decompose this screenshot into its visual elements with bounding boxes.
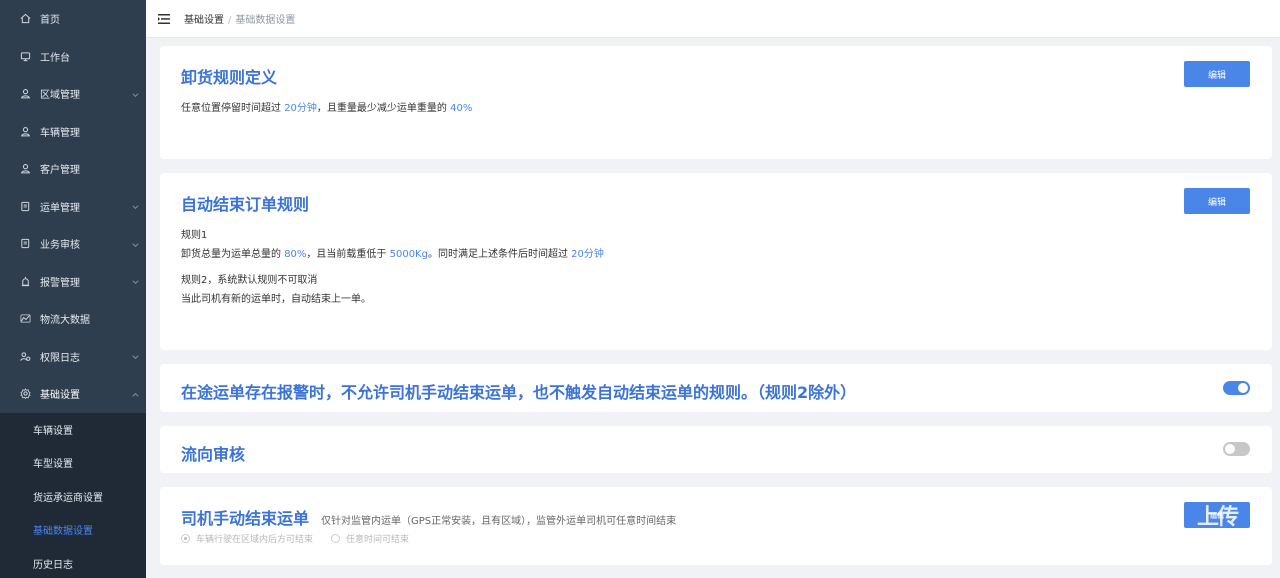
sidebar-item-label: 基础设置 [40, 390, 80, 402]
rule1-percent: 80% [284, 249, 307, 260]
rule1-text-c: 。同时满足上述条件后时间超过 [427, 249, 572, 260]
rule1-text-b: ，且当前载重低于 [306, 249, 390, 260]
submenu-item-0[interactable]: 车辆设置 [0, 413, 146, 447]
sidebar-item-label: 报警管理 [40, 277, 80, 289]
auto-end-title: 自动结束订单规则 [181, 195, 310, 214]
sidebar-item-label: 车辆管理 [40, 127, 80, 139]
sidebar-item-10[interactable]: 基础设置 [0, 375, 146, 413]
manual-end-title-row: 司机手动结束运单 仅针对监管内运单（GPS正常安装，且有区域），监管外运单司机可任… [181, 505, 676, 529]
sidebar-item-label: 首页 [40, 15, 60, 27]
submenu-item-4[interactable]: 历史日志 [0, 547, 146, 578]
user-icon [18, 87, 32, 101]
radio-checked-icon [181, 534, 190, 543]
sidebar-item-8[interactable]: 物流大数据 [0, 300, 146, 338]
alarm-rule-card: 在途运单存在报警时，不允许司机手动结束运单，也不触发自动结束运单的规则。（规则2… [160, 364, 1272, 412]
unload-rule-card: 卸货规则定义 编辑 任意位置停留时间超过 20分钟，且重量最少减少运单重量的 4… [160, 46, 1272, 159]
submenu-item-3[interactable]: 基础数据设置 [0, 513, 146, 547]
sidebar-item-5[interactable]: 运单管理 [0, 188, 146, 226]
sidebar-item-0[interactable]: 首页 [0, 0, 146, 38]
unload-rule-edit-button[interactable]: 编辑 [1184, 61, 1250, 87]
rule1-title: 规则1 [181, 230, 208, 241]
option-in-region[interactable]: 车辆行驶在区域内后方可结束 [181, 532, 313, 545]
alarm-rule-toggle[interactable] [1223, 381, 1250, 395]
sidebar-item-1[interactable]: 工作台 [0, 38, 146, 76]
rule1-weight: 5000Kg [389, 249, 428, 260]
chevron-down-icon [131, 89, 140, 98]
breadcrumb: 基础设置 / 基础数据设置 [184, 11, 295, 26]
sidebar-item-4[interactable]: 客户管理 [0, 150, 146, 188]
sidebar: 首页工作台区域管理车辆管理客户管理运单管理业务审核报警管理物流大数据权限日志基础… [0, 0, 146, 578]
unload-rule-title: 卸货规则定义 [181, 68, 278, 87]
flow-review-toggle[interactable] [1223, 442, 1250, 456]
sidebar-item-2[interactable]: 区域管理 [0, 75, 146, 113]
option-in-region-label: 车辆行驶在区域内后方可结束 [196, 535, 314, 545]
breadcrumb-separator: / [228, 15, 232, 26]
unload-rule-percent: 40% [450, 103, 473, 114]
chevron-down-icon [131, 239, 140, 248]
breadcrumb-root[interactable]: 基础设置 [184, 15, 224, 26]
sidebar-menu: 首页工作台区域管理车辆管理客户管理运单管理业务审核报警管理物流大数据权限日志基础… [0, 0, 146, 413]
manual-end-edit-button[interactable]: 上传 编辑 [1184, 502, 1250, 530]
rule1-time: 20分钟 [571, 249, 604, 260]
auto-end-edit-button[interactable]: 编辑 [1184, 188, 1250, 214]
breadcrumb-current: 基础数据设置 [235, 15, 296, 26]
unload-rule-text-a: 任意位置停留时间超过 [181, 103, 285, 114]
sidebar-item-label: 工作台 [40, 52, 70, 64]
user-icon [18, 124, 32, 138]
document-icon [18, 199, 32, 213]
sidebar-item-label: 权限日志 [40, 352, 80, 364]
option-any-time[interactable]: 任意时间可结束 [331, 532, 409, 545]
sidebar-item-label: 业务审核 [40, 240, 80, 252]
toggle-knob [1238, 383, 1248, 393]
sidebar-submenu-basic-settings: 车辆设置 车型设置 货运承运商设置 基础数据设置 历史日志 [0, 412, 146, 578]
user-icon [18, 162, 32, 176]
unload-rule-time: 20分钟 [284, 103, 317, 114]
auto-end-card: 自动结束订单规则 编辑 规则1 卸货总量为运单总量的 80%，且当前载重低于 5… [160, 173, 1272, 350]
manual-end-title: 司机手动结束运单 [181, 509, 310, 528]
unload-rule-text: 任意位置停留时间超过 20分钟，且重量最少减少运单重量的 40% [181, 99, 472, 114]
home-icon [18, 12, 32, 26]
sidebar-item-3[interactable]: 车辆管理 [0, 113, 146, 151]
option-any-time-label: 任意时间可结束 [346, 535, 410, 545]
monitor-icon [18, 49, 32, 63]
chevron-up-icon [131, 389, 140, 398]
radio-unchecked-icon [331, 534, 341, 543]
sidebar-item-label: 物流大数据 [40, 315, 90, 327]
rule1-text: 卸货总量为运单总量的 80%，且当前载重低于 5000Kg。同时满足上述条件后时… [181, 245, 604, 260]
manual-end-options: 车辆行驶在区域内后方可结束 任意时间可结束 [181, 532, 409, 545]
gear-icon [18, 387, 32, 401]
chevron-down-icon [131, 352, 140, 361]
top-bar: 基础设置 / 基础数据设置 [146, 0, 1280, 38]
manual-end-edit-label: 编辑 [1210, 512, 1224, 520]
sidebar-item-label: 运单管理 [40, 202, 80, 214]
menu-toggle-icon[interactable] [158, 13, 170, 25]
unload-rule-text-b: ，且重量最少减少运单重量的 [316, 103, 451, 114]
alarm-icon [18, 274, 32, 288]
sidebar-item-6[interactable]: 业务审核 [0, 225, 146, 263]
submenu-item-1[interactable]: 车型设置 [0, 446, 146, 480]
flow-review-card: 流向审核 [160, 426, 1272, 473]
sidebar-item-label: 区域管理 [40, 90, 80, 102]
sidebar-item-label: 客户管理 [40, 165, 80, 177]
rule2-desc: 当此司机有新的运单时，自动结束上一单。 [181, 294, 371, 305]
document-icon [18, 237, 32, 251]
submenu-item-2[interactable]: 货运承运商设置 [0, 480, 146, 514]
rule2-title: 规则2，系统默认规则不可取消 [181, 275, 318, 286]
data-icon [18, 312, 32, 326]
sidebar-item-9[interactable]: 权限日志 [0, 338, 146, 376]
flow-review-title: 流向审核 [181, 445, 246, 464]
sidebar-item-7[interactable]: 报警管理 [0, 263, 146, 301]
chevron-down-icon [131, 202, 140, 211]
manual-end-card: 司机手动结束运单 仅针对监管内运单（GPS正常安装，且有区域），监管外运单司机可任… [160, 487, 1272, 565]
users-icon [18, 349, 32, 363]
chevron-down-icon [131, 277, 140, 286]
rule1-text-a: 卸货总量为运单总量的 [181, 249, 285, 260]
manual-end-note: 仅针对监管内运单（GPS正常安装，且有区域），监管外运单司机可任意时间结束 [321, 516, 677, 527]
toggle-knob [1225, 444, 1235, 454]
alarm-rule-title: 在途运单存在报警时，不允许司机手动结束运单，也不触发自动结束运单的规则。（规则2… [181, 383, 857, 402]
